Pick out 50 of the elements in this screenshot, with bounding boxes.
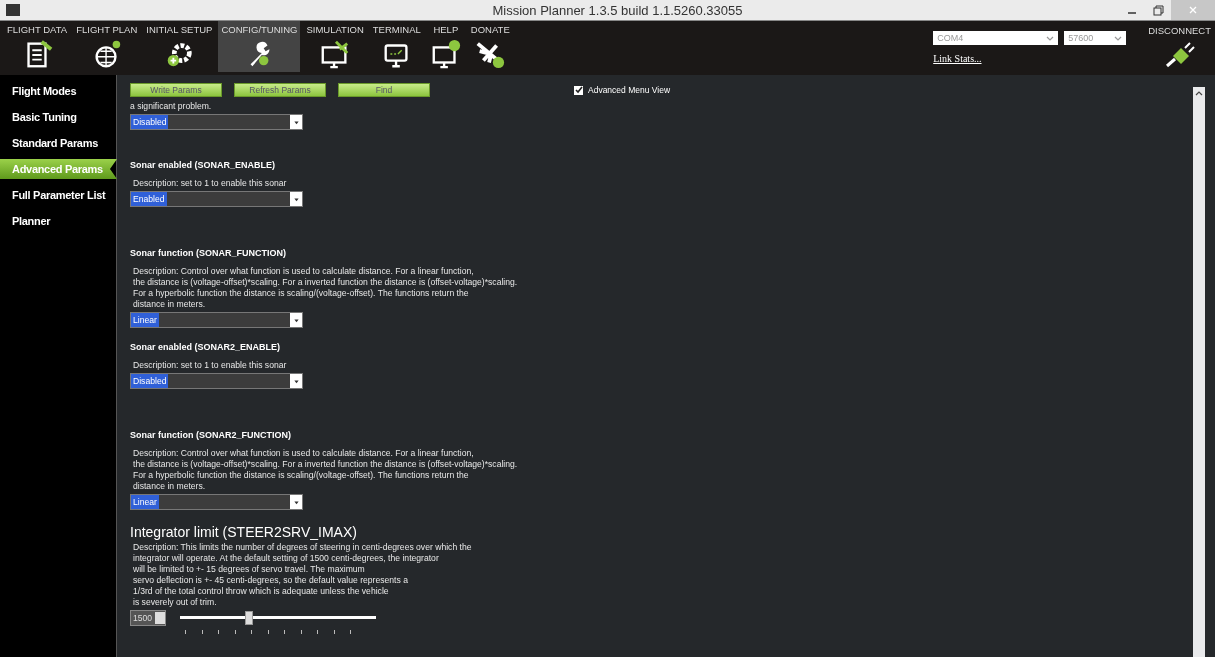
toolbar-button[interactable]: Find [338, 83, 430, 97]
value-dropdown[interactable]: Disabled [130, 114, 303, 130]
caret-icon [292, 378, 300, 384]
param-description: Description: Control over what function is used to calculate distance. For a linear function, the distance is (voltage-offset)*scaling. For a inverted function the distance is (offset-voltage)*scaling. For a hyperbolic function the distance is scaling/(voltage-offset). The functions return the distance in meters. [132, 266, 519, 310]
slider-thumb[interactable] [244, 611, 253, 625]
plug-icon [1164, 42, 1195, 68]
param-description: Description: set to 1 to enable this sonar [132, 178, 288, 189]
nav-tab[interactable]: FLIGHT PLAN [73, 21, 141, 72]
nav-tab[interactable]: SIMULATION [303, 21, 367, 72]
toolbar-button[interactable]: Write Params [130, 83, 222, 97]
scroll-up-icon[interactable] [1195, 90, 1203, 96]
param-title: Sonar function (SONAR_FUNCTION) [130, 248, 287, 258]
app-logo-icon [6, 4, 20, 16]
sidebar-item[interactable]: Full Parameter List [0, 185, 116, 205]
value-spinbox[interactable]: 1500 [130, 610, 166, 626]
link-stats-link[interactable]: Link Stats... [933, 53, 1127, 64]
param-description: Description: Control over what function is used to calculate distance. For a linear function, the distance is (voltage-offset)*scaling. For a inverted function the distance is (offset-voltage)*scaling. For a hyperbolic function the distance is scaling/(voltage-offset). The functions return the distance in meters. [132, 448, 519, 492]
nav-tab[interactable]: HELP [426, 21, 465, 72]
caret-icon [1114, 34, 1123, 42]
caret-icon [292, 317, 300, 323]
nav-tab[interactable]: CONFIG/TUNING [218, 21, 301, 72]
value-dropdown[interactable]: Disabled [130, 373, 303, 389]
param-description: a significant problem. [130, 101, 213, 112]
nav-tab[interactable]: DONATE [467, 21, 513, 72]
checkbox-label: Advanced Menu View [588, 85, 671, 95]
window-title: Mission Planner 1.3.5 build 1.1.5260.33055 [491, 2, 744, 18]
value-dropdown[interactable]: Linear [130, 312, 303, 328]
nav-tab[interactable]: TERMINAL [369, 21, 424, 72]
sidebar-item[interactable]: Standard Params [0, 133, 116, 153]
caret-icon [292, 499, 300, 505]
sidebar-item[interactable]: Planner [0, 211, 116, 231]
param-description: Description: This limits the number of degrees of steering in centi-degrees over which the integrator will operate. At the default setting of 1500 centi-degrees, the integrator will be limited to +- 15 degrees of servo travel. The maximum servo deflection is +- 45 centi-degrees, so the default value represents a 1/3rd of the total control throw which is adequate unless the vehicle is severely out of trim. [132, 542, 473, 608]
caret-icon [292, 119, 300, 125]
caret-icon [1046, 34, 1055, 42]
param-description: Description: set to 1 to enable this sonar [132, 360, 288, 371]
nav-tab[interactable]: INITIAL SETUP [143, 21, 216, 72]
param-title: Sonar enabled (SONAR2_ENABLE) [130, 342, 282, 352]
nav-tab[interactable]: FLIGHT DATA [4, 21, 71, 72]
checkbox[interactable] [574, 85, 583, 95]
param-title: Sonar enabled (SONAR_ENABLE) [130, 160, 277, 170]
sidebar-item[interactable]: Basic Tuning [0, 107, 116, 127]
param-title: Integrator limit (STEER2SRV_IMAX) [130, 524, 358, 540]
toolbar-button[interactable]: Refresh Params [234, 83, 326, 97]
param-title: Sonar function (SONAR2_FUNCTION) [130, 430, 292, 440]
disconnect-button[interactable]: DISCONNECT [1148, 25, 1211, 75]
value-dropdown[interactable]: Enabled [130, 191, 303, 207]
value-dropdown[interactable]: Linear [130, 494, 303, 510]
sidebar-item[interactable]: Flight Modes [0, 81, 116, 101]
caret-icon [292, 196, 300, 202]
scrollbar[interactable] [1193, 87, 1205, 657]
